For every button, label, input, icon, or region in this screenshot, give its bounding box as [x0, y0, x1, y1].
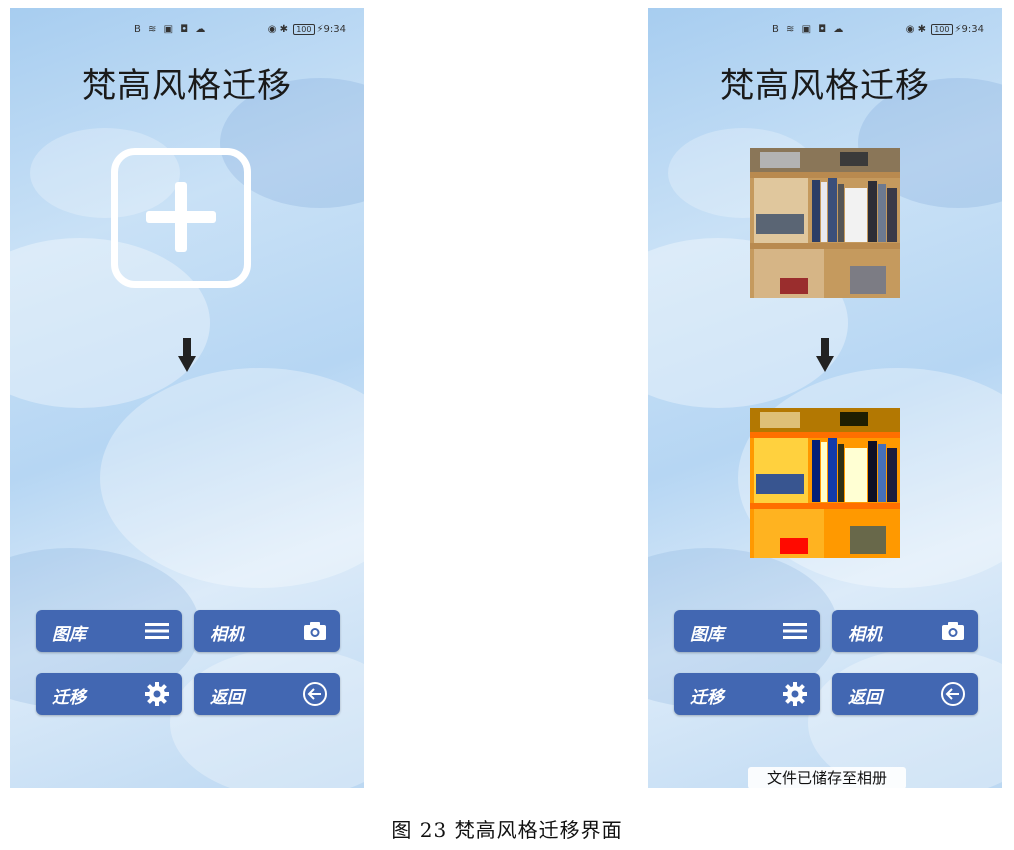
phone-screen-result: B ≋ ▣ ◘ ☁ ◉ ✱ 100 ⚡9:34 梵高风格迁移 图库 相机 迁移 …	[648, 8, 1002, 788]
camera-button[interactable]: 相机	[194, 610, 340, 652]
down-arrow-icon	[178, 338, 196, 372]
gallery-button[interactable]: 图库	[36, 610, 182, 652]
status-right: ◉ ✱ 100 ⚡9:34	[267, 24, 346, 35]
battery-icon: 100	[293, 24, 315, 35]
gear-icon	[145, 682, 169, 706]
camera-button[interactable]: 相机	[832, 610, 978, 652]
battery-icon: 100	[931, 24, 953, 35]
back-button[interactable]: 返回	[832, 673, 978, 715]
transfer-button[interactable]: 迁移	[36, 673, 182, 715]
back-button[interactable]: 返回	[194, 673, 340, 715]
camera-label: 相机	[848, 625, 882, 645]
menu-icon	[783, 623, 807, 639]
down-arrow-icon	[816, 338, 834, 372]
back-label: 返回	[210, 688, 244, 708]
status-icons: B ≋ ▣ ◘ ☁	[134, 24, 208, 35]
back-arrow-icon	[303, 682, 327, 706]
gallery-label: 图库	[690, 625, 724, 645]
camera-icon	[304, 622, 326, 640]
transfer-label: 迁移	[52, 688, 86, 708]
status-time: 9:34	[961, 24, 984, 35]
transfer-label: 迁移	[690, 688, 724, 708]
back-arrow-icon	[941, 682, 965, 706]
app-title: 梵高风格迁移	[720, 66, 930, 106]
gear-icon	[783, 682, 807, 706]
status-bar: B ≋ ▣ ◘ ☁ ◉ ✱ 100 ⚡9:34	[648, 22, 1002, 38]
gallery-button[interactable]: 图库	[674, 610, 820, 652]
back-label: 返回	[848, 688, 882, 708]
status-time: 9:34	[323, 24, 346, 35]
menu-icon	[145, 623, 169, 639]
saved-toast: 文件已储存至相册	[748, 767, 906, 788]
app-title: 梵高风格迁移	[82, 66, 292, 106]
input-photo[interactable]	[750, 148, 900, 298]
add-image-button[interactable]	[111, 148, 251, 288]
figure-caption: 图 23 梵高风格迁移界面	[391, 818, 623, 842]
status-icons: B ≋ ▣ ◘ ☁	[772, 24, 846, 35]
camera-label: 相机	[210, 625, 244, 645]
camera-icon	[942, 622, 964, 640]
status-bar: B ≋ ▣ ◘ ☁ ◉ ✱ 100 ⚡9:34	[10, 22, 364, 38]
gallery-label: 图库	[52, 625, 86, 645]
status-right: ◉ ✱ 100 ⚡9:34	[905, 24, 984, 35]
stylized-output-photo	[750, 408, 900, 558]
transfer-button[interactable]: 迁移	[674, 673, 820, 715]
phone-screen-initial: B ≋ ▣ ◘ ☁ ◉ ✱ 100⚡9:34 梵高风格迁移 图库 相机 迁移	[10, 8, 364, 788]
